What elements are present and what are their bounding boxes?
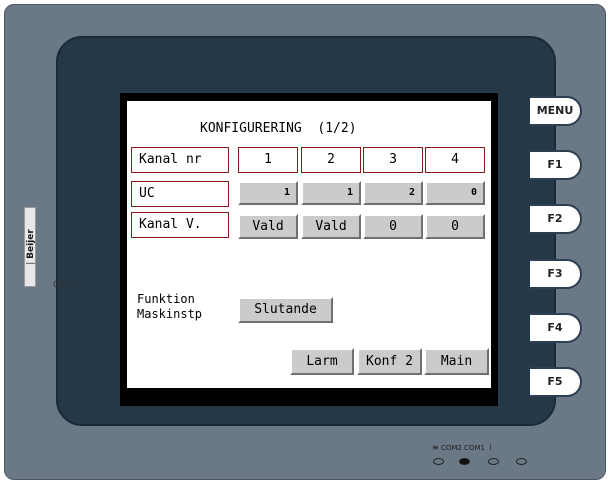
kanal-v-label: Kanal V. bbox=[131, 212, 229, 238]
screen-title: KONFIGURERING (1/2) bbox=[200, 121, 357, 136]
slutande-button[interactable]: Slutande bbox=[238, 297, 333, 323]
f5-key[interactable]: F5 bbox=[530, 367, 582, 397]
kanal-v-3[interactable]: 0 bbox=[363, 214, 423, 239]
funktion-line1: Funktion bbox=[137, 292, 195, 306]
com-labels: COM2 COM1 bbox=[440, 444, 485, 452]
status-led-1 bbox=[433, 458, 444, 465]
brand-name: Beijer bbox=[26, 229, 36, 259]
larm-button[interactable]: Larm bbox=[290, 348, 354, 375]
power-icon: ⏽ bbox=[487, 443, 494, 452]
status-led-2 bbox=[459, 458, 470, 465]
run-icon: ≡ bbox=[432, 443, 439, 452]
brand-label: H160 | Beijer bbox=[24, 207, 77, 288]
kanal-nr-1: 1 bbox=[238, 147, 298, 173]
f1-key[interactable]: F1 bbox=[530, 150, 582, 180]
screen bbox=[127, 101, 491, 388]
funktion-label: Funktion Maskinstp bbox=[137, 292, 202, 322]
kanal-v-4[interactable]: 0 bbox=[425, 214, 485, 239]
f3-key[interactable]: F3 bbox=[530, 259, 582, 289]
kanal-nr-label: Kanal nr bbox=[131, 147, 229, 173]
funktion-line2: Maskinstp bbox=[137, 307, 203, 321]
menu-key[interactable]: MENU bbox=[530, 96, 582, 126]
status-led-3 bbox=[488, 458, 499, 465]
konf2-button[interactable]: Konf 2 bbox=[357, 348, 422, 375]
kanal-v-1[interactable]: Vald bbox=[238, 214, 298, 239]
kanal-nr-2: 2 bbox=[301, 147, 361, 173]
uc-value-3[interactable]: 2 bbox=[363, 181, 423, 205]
kanal-nr-3: 3 bbox=[363, 147, 423, 173]
f2-key[interactable]: F2 bbox=[530, 204, 582, 234]
uc-value-1[interactable]: 1 bbox=[238, 181, 298, 205]
uc-label: UC bbox=[131, 181, 229, 207]
uc-value-2[interactable]: 1 bbox=[301, 181, 361, 205]
status-led-4 bbox=[516, 458, 527, 465]
model-label: H160 bbox=[53, 278, 77, 288]
f4-key[interactable]: F4 bbox=[530, 313, 582, 343]
kanal-nr-4: 4 bbox=[425, 147, 485, 173]
uc-value-4[interactable]: 0 bbox=[425, 181, 485, 205]
kanal-v-2[interactable]: Vald bbox=[301, 214, 361, 239]
port-labels: ≡ COM2 COM1 ⏽ bbox=[432, 443, 494, 453]
main-button[interactable]: Main bbox=[424, 348, 489, 375]
